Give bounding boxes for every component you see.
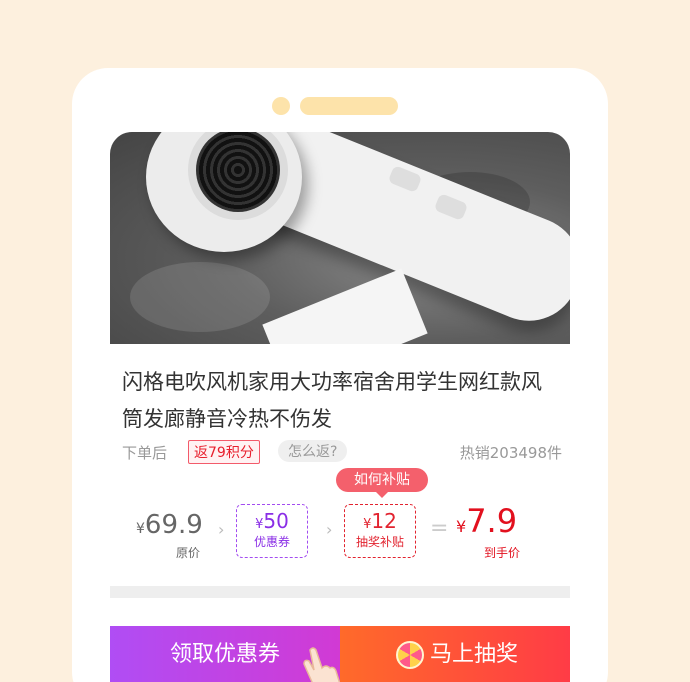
how-rebate-button[interactable]: 怎么返? [278, 440, 348, 462]
product-image[interactable] [110, 132, 570, 344]
section-divider [110, 586, 570, 598]
final-price-caption: 到手价 [484, 546, 521, 560]
price-breakdown: ¥69.9 原价 › ¥50 优惠券 › ¥12 抽奖补贴 = ¥7.9 到手价 [110, 502, 570, 564]
currency-symbol: ¥ [136, 521, 145, 537]
claim-coupon-button[interactable]: 领取优惠券 [110, 626, 341, 682]
product-meta: 下单后 返79积分 怎么返? 热销203498件 [122, 440, 562, 466]
subsidy-tooltip[interactable]: 如何补贴 [336, 468, 428, 498]
chevron-right-icon: › [326, 520, 333, 539]
paper-prop [262, 268, 428, 344]
coupon-caption: 优惠券 [253, 535, 290, 549]
lottery-caption: 抽奖补贴 [355, 535, 404, 549]
final-price: ¥7.9 到手价 [456, 502, 520, 560]
dryer-head [146, 132, 302, 252]
bg-spot [130, 262, 270, 332]
original-price: ¥69.9 原价 [136, 510, 203, 560]
action-bar: 领取优惠券 马上抽奖 [110, 626, 570, 682]
claim-coupon-label: 领取优惠券 [169, 642, 280, 667]
dryer-grill [196, 132, 280, 212]
phone-frame: 闪格电吹风机家用大功率宿舍用学生网红款风筒发廊静音冷热不伤发 下单后 返79积分… [72, 68, 608, 682]
lottery-wheel-icon [396, 641, 424, 669]
pointing-hand-icon [303, 647, 341, 682]
coupon-box[interactable]: ¥50 优惠券 [236, 504, 308, 558]
original-price-caption: 原价 [176, 546, 201, 560]
sold-count: 热销203498件 [459, 444, 562, 462]
draw-lottery-label: 马上抽奖 [430, 642, 519, 667]
lottery-value: 12 [371, 509, 397, 533]
final-price-value: 7.9 [466, 502, 518, 540]
points-badge: 返79积分 [188, 440, 260, 464]
order-label: 下单后 [122, 444, 168, 462]
product-title[interactable]: 闪格电吹风机家用大功率宿舍用学生网红款风筒发廊静音冷热不伤发 [122, 364, 562, 438]
currency-symbol: ¥ [456, 517, 467, 536]
product-card: 闪格电吹风机家用大功率宿舍用学生网红款风筒发廊静音冷热不伤发 下单后 返79积分… [110, 132, 570, 682]
camera-dot [272, 97, 290, 115]
lottery-subsidy-box[interactable]: ¥12 抽奖补贴 [344, 504, 416, 558]
speaker-pill [300, 97, 398, 115]
chevron-right-icon: › [218, 520, 225, 539]
equals-sign: = [430, 516, 449, 541]
coupon-value: 50 [263, 509, 289, 533]
original-price-value: 69.9 [144, 510, 203, 540]
draw-lottery-button[interactable]: 马上抽奖 [340, 626, 570, 682]
